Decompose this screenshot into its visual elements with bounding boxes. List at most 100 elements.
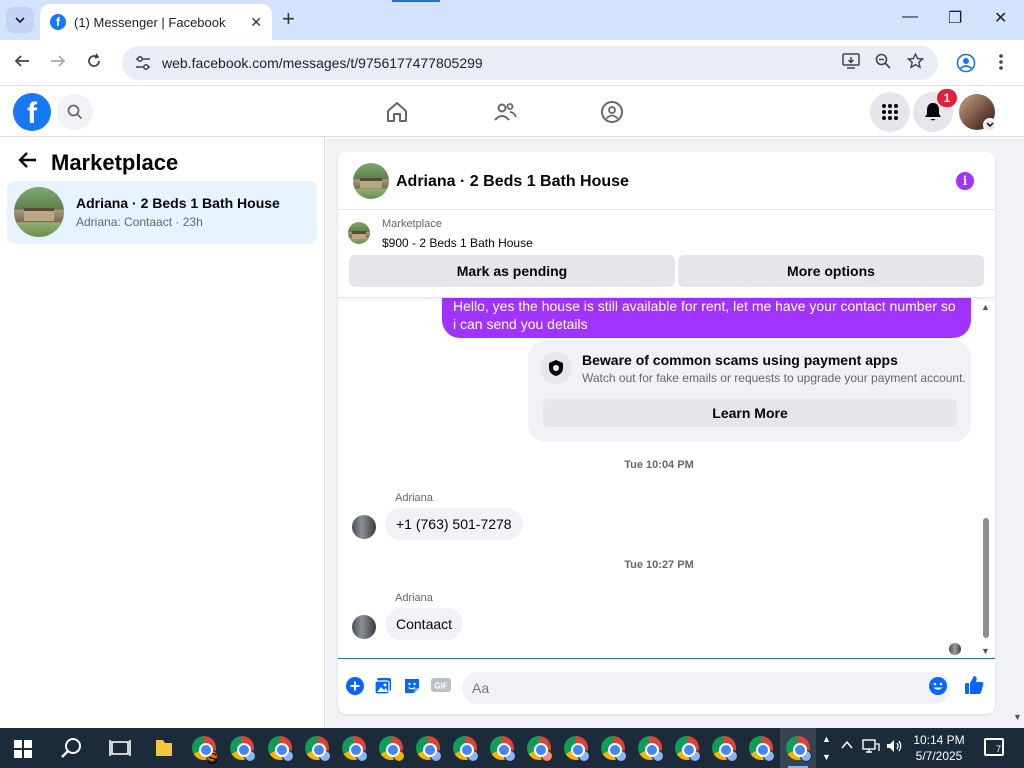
bell-icon bbox=[925, 103, 941, 121]
forward-arrow-icon bbox=[51, 55, 66, 67]
emoji-icon[interactable] bbox=[929, 677, 947, 700]
chrome-icon[interactable] bbox=[675, 736, 701, 762]
reload-button[interactable] bbox=[85, 52, 103, 75]
mark-as-pending-button[interactable]: Mark as pending bbox=[349, 255, 675, 287]
sender-avatar[interactable] bbox=[352, 615, 376, 639]
facebook-header: f 1 bbox=[0, 87, 1024, 137]
conversation-list-item[interactable]: Adriana · 2 Beds 1 Bath House Adriana: C… bbox=[7, 181, 317, 244]
message-timestamp: Tue 10:27 PM bbox=[624, 559, 694, 571]
tab-strip-accent bbox=[392, 0, 440, 2]
gif-icon[interactable]: GIF bbox=[431, 677, 451, 698]
photo-icon[interactable] bbox=[374, 677, 392, 700]
chrome-icon[interactable] bbox=[342, 736, 368, 762]
thread-scrollbar[interactable]: ▲ ▼ bbox=[981, 298, 991, 658]
browser-menu-icon[interactable] bbox=[998, 53, 1004, 76]
message-sender: Adriana bbox=[395, 592, 433, 604]
conversation-preview: Adriana: Contaact · 23h bbox=[76, 215, 203, 229]
tab-title: (1) Messenger | Facebook bbox=[74, 14, 226, 30]
tab-search-button[interactable] bbox=[6, 7, 34, 33]
listing-thumbnail bbox=[14, 187, 64, 237]
profile-icon[interactable] bbox=[956, 53, 976, 78]
thumbs-up-icon[interactable] bbox=[964, 675, 984, 700]
notification-center-icon[interactable]: 7 bbox=[984, 738, 1004, 756]
learn-more-button[interactable]: Learn More bbox=[543, 399, 957, 427]
chrome-icon[interactable] bbox=[416, 736, 442, 762]
file-explorer-icon[interactable] bbox=[152, 736, 176, 760]
read-receipt-avatar bbox=[949, 643, 961, 655]
zoom-icon[interactable] bbox=[875, 53, 891, 73]
menu-grid-icon bbox=[882, 104, 898, 120]
chrome-icon[interactable] bbox=[601, 736, 627, 762]
chrome-icon[interactable] bbox=[268, 736, 294, 762]
listing-banner: Marketplace $900 - 2 Beds 1 Bath House M… bbox=[338, 210, 995, 298]
chrome-icon[interactable]: S bbox=[192, 736, 218, 768]
chat-listing-thumbnail[interactable] bbox=[353, 163, 389, 199]
back-button[interactable] bbox=[18, 150, 38, 176]
site-info-icon[interactable] bbox=[134, 54, 152, 72]
chrome-icon[interactable] bbox=[379, 736, 405, 762]
restore-button[interactable]: ❐ bbox=[948, 8, 962, 28]
chrome-icon[interactable] bbox=[527, 736, 553, 762]
back-button[interactable] bbox=[13, 52, 31, 75]
menu-button[interactable] bbox=[870, 92, 910, 132]
task-view-icon[interactable] bbox=[108, 736, 132, 760]
page-scroll-down-icon[interactable]: ▼ bbox=[1013, 712, 1022, 722]
volume-icon[interactable] bbox=[886, 738, 904, 757]
chrome-icon[interactable] bbox=[305, 736, 331, 762]
info-icon[interactable]: i bbox=[956, 172, 974, 190]
scroll-down-icon[interactable]: ▼ bbox=[981, 646, 990, 656]
sender-avatar[interactable] bbox=[352, 515, 376, 539]
facebook-search-button[interactable] bbox=[57, 94, 93, 130]
chrome-icon[interactable] bbox=[564, 736, 590, 762]
account-chevron-icon[interactable] bbox=[983, 118, 997, 132]
more-options-button[interactable]: More options bbox=[678, 255, 984, 287]
chrome-icon[interactable] bbox=[490, 736, 516, 762]
facebook-logo-icon[interactable]: f bbox=[13, 93, 51, 131]
message-composer: GIF bbox=[338, 658, 995, 714]
chrome-icon[interactable] bbox=[638, 736, 664, 762]
browser-tab-active[interactable]: f (1) Messenger | Facebook ✕ bbox=[40, 4, 272, 40]
new-tab-button[interactable]: + bbox=[282, 8, 295, 30]
chat-header-title[interactable]: Adriana · 2 Beds 1 Bath House bbox=[396, 173, 629, 191]
listing-price-title[interactable]: $900 - 2 Beds 1 Bath House bbox=[382, 236, 533, 250]
chrome-icon[interactable] bbox=[749, 736, 775, 762]
scrollbar-thumb[interactable] bbox=[983, 518, 989, 638]
shield-icon bbox=[540, 352, 572, 384]
scam-warning-title: Beware of common scams using payment app… bbox=[582, 352, 898, 368]
taskbar-clock[interactable]: 10:14 PM 5/7/2025 bbox=[910, 732, 968, 764]
taskbar-scroll-icon[interactable]: ▲ ▼ bbox=[822, 730, 831, 766]
notification-center-count: 7 bbox=[995, 744, 1001, 754]
chrome-icon[interactable] bbox=[712, 736, 738, 762]
tray-chevron-icon[interactable] bbox=[840, 738, 854, 755]
outgoing-message[interactable]: Hello, yes the house is still available … bbox=[442, 292, 971, 338]
taskbar-search-icon[interactable] bbox=[60, 736, 84, 760]
listing-small-thumbnail[interactable] bbox=[348, 222, 370, 244]
incoming-message[interactable]: Contaact bbox=[385, 608, 464, 640]
minimize-button[interactable]: — bbox=[902, 8, 918, 26]
message-input[interactable] bbox=[462, 672, 950, 704]
network-icon[interactable] bbox=[862, 738, 880, 757]
tab-close-icon[interactable]: ✕ bbox=[250, 14, 262, 31]
close-window-button[interactable]: ✕ bbox=[994, 8, 1007, 28]
windows-taskbar: S ▲ ▼ 10:14 PM 5/7/2025 7 bbox=[0, 728, 1024, 768]
search-icon bbox=[67, 104, 83, 120]
install-app-icon[interactable] bbox=[842, 53, 860, 73]
listing-source: Marketplace bbox=[382, 218, 442, 230]
chrome-icon[interactable] bbox=[453, 736, 479, 762]
forward-button[interactable] bbox=[49, 52, 67, 75]
bookmark-star-icon[interactable] bbox=[906, 52, 925, 73]
home-nav-button[interactable] bbox=[385, 100, 409, 129]
plus-circle-icon[interactable] bbox=[346, 677, 364, 700]
chrome-icon[interactable] bbox=[230, 736, 256, 762]
groups-nav-button[interactable] bbox=[600, 100, 624, 129]
friends-nav-button[interactable] bbox=[493, 100, 517, 129]
windows-start-icon[interactable] bbox=[14, 740, 32, 758]
friends-icon bbox=[494, 103, 517, 121]
back-arrow-icon bbox=[14, 55, 29, 67]
back-arrow-icon bbox=[18, 152, 36, 168]
scroll-up-icon[interactable]: ▲ bbox=[981, 302, 990, 312]
incoming-message[interactable]: +1 (763) 501-7278 bbox=[385, 508, 523, 540]
url-bar[interactable]: web.facebook.com/messages/t/975617747780… bbox=[122, 46, 938, 80]
sticker-icon[interactable] bbox=[403, 677, 421, 700]
chrome-icon[interactable] bbox=[786, 736, 812, 762]
